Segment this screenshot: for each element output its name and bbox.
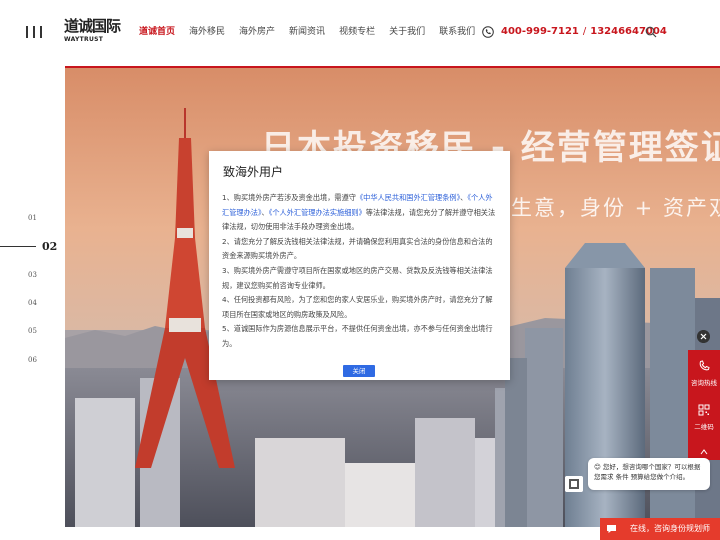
nav-contact[interactable]: 联系我们 — [439, 24, 475, 40]
site-logo[interactable]: 道诚国际 WAYTRUST — [64, 16, 121, 46]
overseas-notice-dialog: 致海外用户 1、购买境外房产若涉及资金出境，需遵守《中华人民共和国外汇管理条例》… — [209, 151, 510, 380]
banner-subtitle: 生意，身份 + 资产双 — [511, 196, 720, 220]
floating-sidebar: 咨询热线 二维码 — [688, 350, 720, 460]
main-nav: 道诚首页 海外移民 海外房产 新闻资讯 视频专栏 关于我们 联系我们 — [139, 24, 489, 40]
pager-item-02[interactable]: 02 — [42, 240, 57, 253]
pager-item-06[interactable]: 06 — [28, 356, 37, 364]
logo-wordmark: WAYTRUST — [64, 36, 104, 43]
regulation-link-1[interactable]: 《中华人民共和国外汇管理条例》 — [356, 193, 460, 202]
notice-item-2: 2、请您充分了解反洗钱相关法律法规，并请确保您利用真实合法的身份信息和合法的资金… — [222, 236, 493, 261]
site-header: 道诚国际 WAYTRUST 道诚首页 海外移民 海外房产 新闻资讯 视频专栏 关… — [0, 0, 720, 64]
dialog-title: 致海外用户 — [223, 165, 284, 179]
nav-video[interactable]: 视频专栏 — [339, 24, 375, 40]
dialog-body: 1、购买境外房产若涉及资金出境，需遵守《中华人民共和国外汇管理条例》、《个人外汇… — [222, 191, 499, 352]
phone-separator: / — [582, 26, 587, 37]
search-icon[interactable] — [645, 26, 657, 38]
pager-active-line — [0, 246, 36, 247]
phone-numbers: 400-999-7121 / 13246647004 — [482, 24, 667, 40]
nav-about[interactable]: 关于我们 — [389, 24, 425, 40]
regulation-link-3[interactable]: 《个人外汇管理办法实施细则》 — [269, 208, 366, 217]
online-consult-label: 在线，咨询身份规划师 — [630, 524, 710, 533]
notice-item-4: 4、任何投资都有风险，为了您和您的家人安居乐业，购买境外房产时，请您充分了解项目… — [222, 295, 493, 319]
hotline-label: 咨询热线 — [691, 379, 717, 387]
logo-glyphs: 道诚国际 — [64, 17, 121, 35]
nav-immigration[interactable]: 海外移民 — [189, 24, 225, 40]
phone-number-1[interactable]: 400-999-7121 — [501, 24, 579, 40]
close-dialog-button[interactable]: 关闭 — [343, 365, 375, 377]
close-icon[interactable] — [697, 330, 710, 343]
pager-item-01[interactable]: 01 — [28, 214, 37, 222]
chat-message-bubble[interactable]: 😊 您好，想咨询哪个国家？可以根据您需求 条件 预算给您做个介绍。 — [588, 458, 710, 490]
notice-item-3: 3、购买境外房产需遵守项目所在国家或地区的房产交易、贷款及反洗钱等相关法律法规，… — [222, 265, 493, 290]
nav-home[interactable]: 道诚首页 — [139, 24, 175, 40]
nav-property[interactable]: 海外房产 — [239, 24, 275, 40]
qrcode-button[interactable]: 二维码 — [688, 404, 720, 431]
qrcode-icon — [698, 404, 710, 416]
hotline-button[interactable]: 咨询热线 — [688, 360, 720, 387]
pager-item-03[interactable]: 03 — [28, 271, 37, 279]
chat-icon — [607, 525, 616, 533]
qrcode-label: 二维码 — [694, 423, 714, 431]
pager-item-04[interactable]: 04 — [28, 299, 37, 307]
nav-news[interactable]: 新闻资讯 — [289, 24, 325, 40]
phone-icon — [699, 360, 710, 371]
notice-item-5: 5、道诚国际作为房源信息展示平台，不提供任何资金出境，亦不参与任何资金出境行为。 — [222, 324, 493, 348]
online-consult-bar[interactable]: 在线，咨询身份规划师 — [600, 518, 720, 540]
advisor-avatar — [565, 476, 583, 492]
menu-icon[interactable] — [26, 26, 42, 38]
pager-item-05[interactable]: 05 — [28, 327, 37, 335]
arrow-up-icon[interactable] — [700, 448, 708, 456]
phone-icon — [482, 26, 494, 38]
notice-item-1: 1、购买境外房产若涉及资金出境，需遵守《中华人民共和国外汇管理条例》、《个人外汇… — [222, 193, 496, 232]
